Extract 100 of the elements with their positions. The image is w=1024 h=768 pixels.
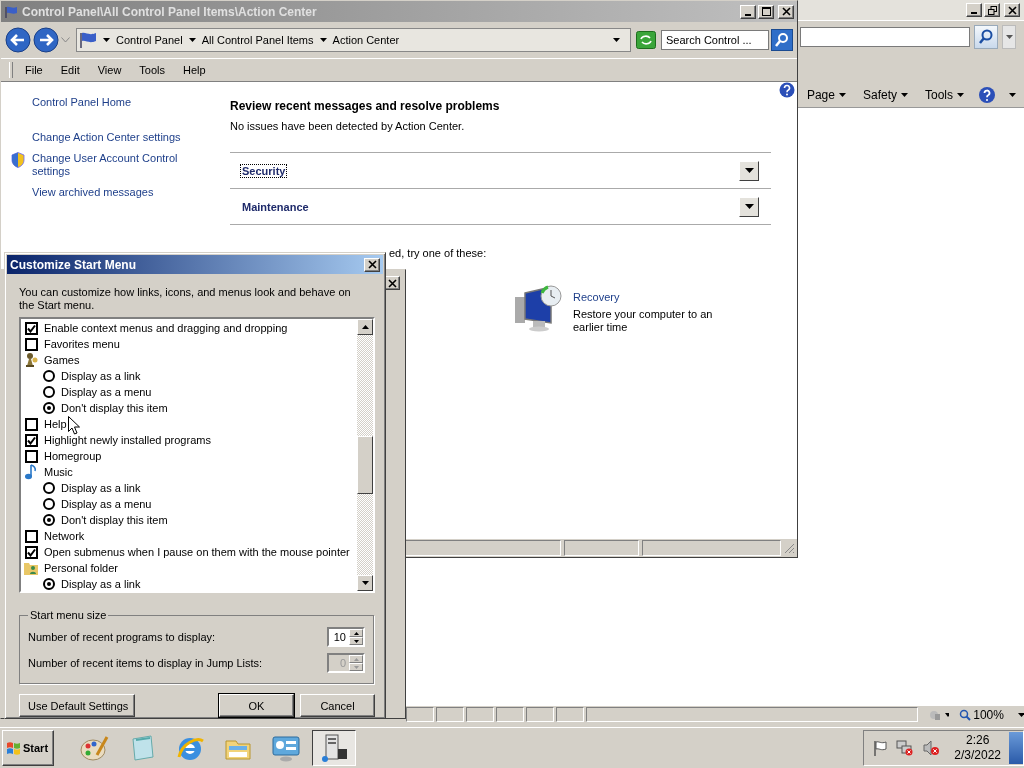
back-button[interactable]: [5, 27, 31, 53]
caret-icon[interactable]: [188, 38, 196, 42]
minimize-button[interactable]: [740, 4, 756, 19]
clock-time[interactable]: 2:26: [965, 733, 990, 748]
mouse-cursor-icon: [68, 416, 80, 435]
sidebar-link[interactable]: View archived messages: [32, 186, 154, 199]
flag-icon[interactable]: [872, 740, 889, 756]
dialog-button[interactable]: Use Default Settings: [19, 694, 135, 717]
close-button[interactable]: [778, 4, 794, 19]
menu-item[interactable]: File: [23, 64, 45, 76]
forward-button[interactable]: [33, 27, 59, 53]
speaker-muted-icon[interactable]: [922, 740, 941, 756]
option-label[interactable]: Enable context menus and dragging and dropping: [44, 322, 288, 334]
option-label[interactable]: Don't display this item: [61, 402, 168, 414]
option-label[interactable]: Display as a menu: [61, 386, 152, 398]
search-button[interactable]: [974, 25, 998, 49]
help-icon[interactable]: [779, 82, 795, 98]
recovery-link[interactable]: Recovery: [573, 291, 723, 303]
option-label[interactable]: Help: [44, 418, 67, 430]
toolbar-menu[interactable]: Page: [803, 88, 849, 102]
close-button[interactable]: [1004, 3, 1020, 17]
minimize-button[interactable]: [966, 3, 982, 17]
breadcrumb-item[interactable]: All Control Panel Items: [201, 34, 314, 46]
down-arrow-icon: [353, 639, 359, 643]
caret-icon[interactable]: [1009, 93, 1016, 97]
section-header[interactable]: Maintenance: [240, 199, 311, 214]
monitor-clock-icon: [513, 283, 563, 333]
scroll-thumb[interactable]: [357, 436, 373, 494]
checkbox[interactable]: [25, 321, 38, 335]
dialog-button[interactable]: OK: [219, 694, 294, 717]
sidebar-link[interactable]: Control Panel Home: [32, 96, 132, 109]
sidebar-link[interactable]: Change Action Center settings: [32, 131, 181, 144]
radio-button[interactable]: [43, 482, 55, 494]
zoom-level[interactable]: 100%: [959, 707, 1004, 722]
scroll-down-button[interactable]: [357, 575, 373, 591]
option-label[interactable]: Favorites menu: [44, 338, 120, 350]
checkbox[interactable]: [25, 433, 38, 447]
scroll-up-button[interactable]: [357, 319, 373, 335]
checkbox[interactable]: [25, 449, 38, 463]
sidebar-link[interactable]: Change User Account Control settings: [32, 152, 182, 178]
group-title: Start menu size: [29, 609, 108, 621]
search-button[interactable]: [771, 29, 793, 51]
checkbox[interactable]: [25, 417, 38, 431]
expand-button[interactable]: [739, 196, 759, 217]
status-bar-panel: [436, 707, 465, 722]
network-error-icon[interactable]: [896, 740, 915, 756]
breadcrumb-item[interactable]: Control Panel: [116, 34, 183, 46]
dropdown-button[interactable]: [1002, 25, 1016, 49]
address-bar[interactable]: Control Panel All Control Panel Items Action Center: [76, 28, 631, 52]
checkbox[interactable]: [25, 529, 38, 543]
number-spinner[interactable]: 10: [327, 627, 365, 647]
maximize-button[interactable]: [758, 4, 774, 19]
close-button[interactable]: [364, 257, 380, 272]
spin-up-button[interactable]: [349, 629, 363, 637]
toolbar-menu[interactable]: Tools: [922, 88, 967, 102]
option-label[interactable]: Don't display this item: [61, 514, 168, 526]
resize-grip-icon[interactable]: [784, 542, 795, 554]
radio-button[interactable]: [43, 514, 55, 526]
search-field[interactable]: [800, 27, 970, 47]
caret-icon[interactable]: [103, 38, 110, 42]
spin-down-button[interactable]: [349, 637, 363, 645]
option-label[interactable]: Homegroup: [44, 450, 102, 462]
scrollbar[interactable]: [357, 319, 373, 591]
help-icon[interactable]: [978, 86, 996, 104]
menu-item[interactable]: Edit: [58, 64, 82, 76]
option-label[interactable]: Highlight newly installed programs: [44, 434, 211, 446]
field-label: Number of recent items to display in Jump Lists:: [28, 657, 263, 669]
security-zone-icon[interactable]: [928, 708, 950, 721]
option-label[interactable]: Network: [44, 530, 85, 542]
checkbox[interactable]: [25, 545, 38, 559]
taskbar-button[interactable]: [312, 730, 356, 766]
radio-button[interactable]: [43, 402, 55, 414]
caret-icon[interactable]: [613, 38, 620, 42]
clock-date[interactable]: 2/3/2022: [954, 748, 1001, 763]
close-icon: [387, 278, 397, 288]
section-header[interactable]: Security: [240, 163, 288, 178]
radio-button[interactable]: [43, 498, 55, 510]
radio-button[interactable]: [43, 578, 55, 590]
radio-button[interactable]: [43, 370, 55, 382]
option-label[interactable]: Display as a menu: [61, 498, 152, 510]
radio-button[interactable]: [43, 386, 55, 398]
option-label[interactable]: Display as a link: [61, 578, 141, 590]
dialog-button[interactable]: Cancel: [300, 694, 375, 717]
refresh-button[interactable]: [636, 31, 656, 49]
menu-item[interactable]: Tools: [137, 64, 168, 76]
checkbox[interactable]: [25, 337, 38, 351]
caret-icon[interactable]: [319, 38, 327, 42]
options-list[interactable]: [19, 317, 375, 593]
start-button[interactable]: Start: [2, 730, 54, 766]
restore-button[interactable]: [984, 3, 1000, 17]
caret-icon[interactable]: [1017, 712, 1024, 717]
option-label[interactable]: Open submenus when I pause on them with the mouse pointer: [44, 546, 350, 558]
breadcrumb-item[interactable]: Action Center: [332, 34, 400, 46]
option-label[interactable]: Display as a link: [61, 370, 141, 382]
search-field[interactable]: Search Control ...: [661, 30, 769, 50]
option-label[interactable]: Display as a link: [61, 482, 141, 494]
toolbar-menu[interactable]: Safety: [859, 88, 911, 102]
menu-item[interactable]: View: [95, 64, 124, 76]
expand-button[interactable]: [739, 160, 759, 181]
menu-item[interactable]: Help: [181, 64, 208, 76]
